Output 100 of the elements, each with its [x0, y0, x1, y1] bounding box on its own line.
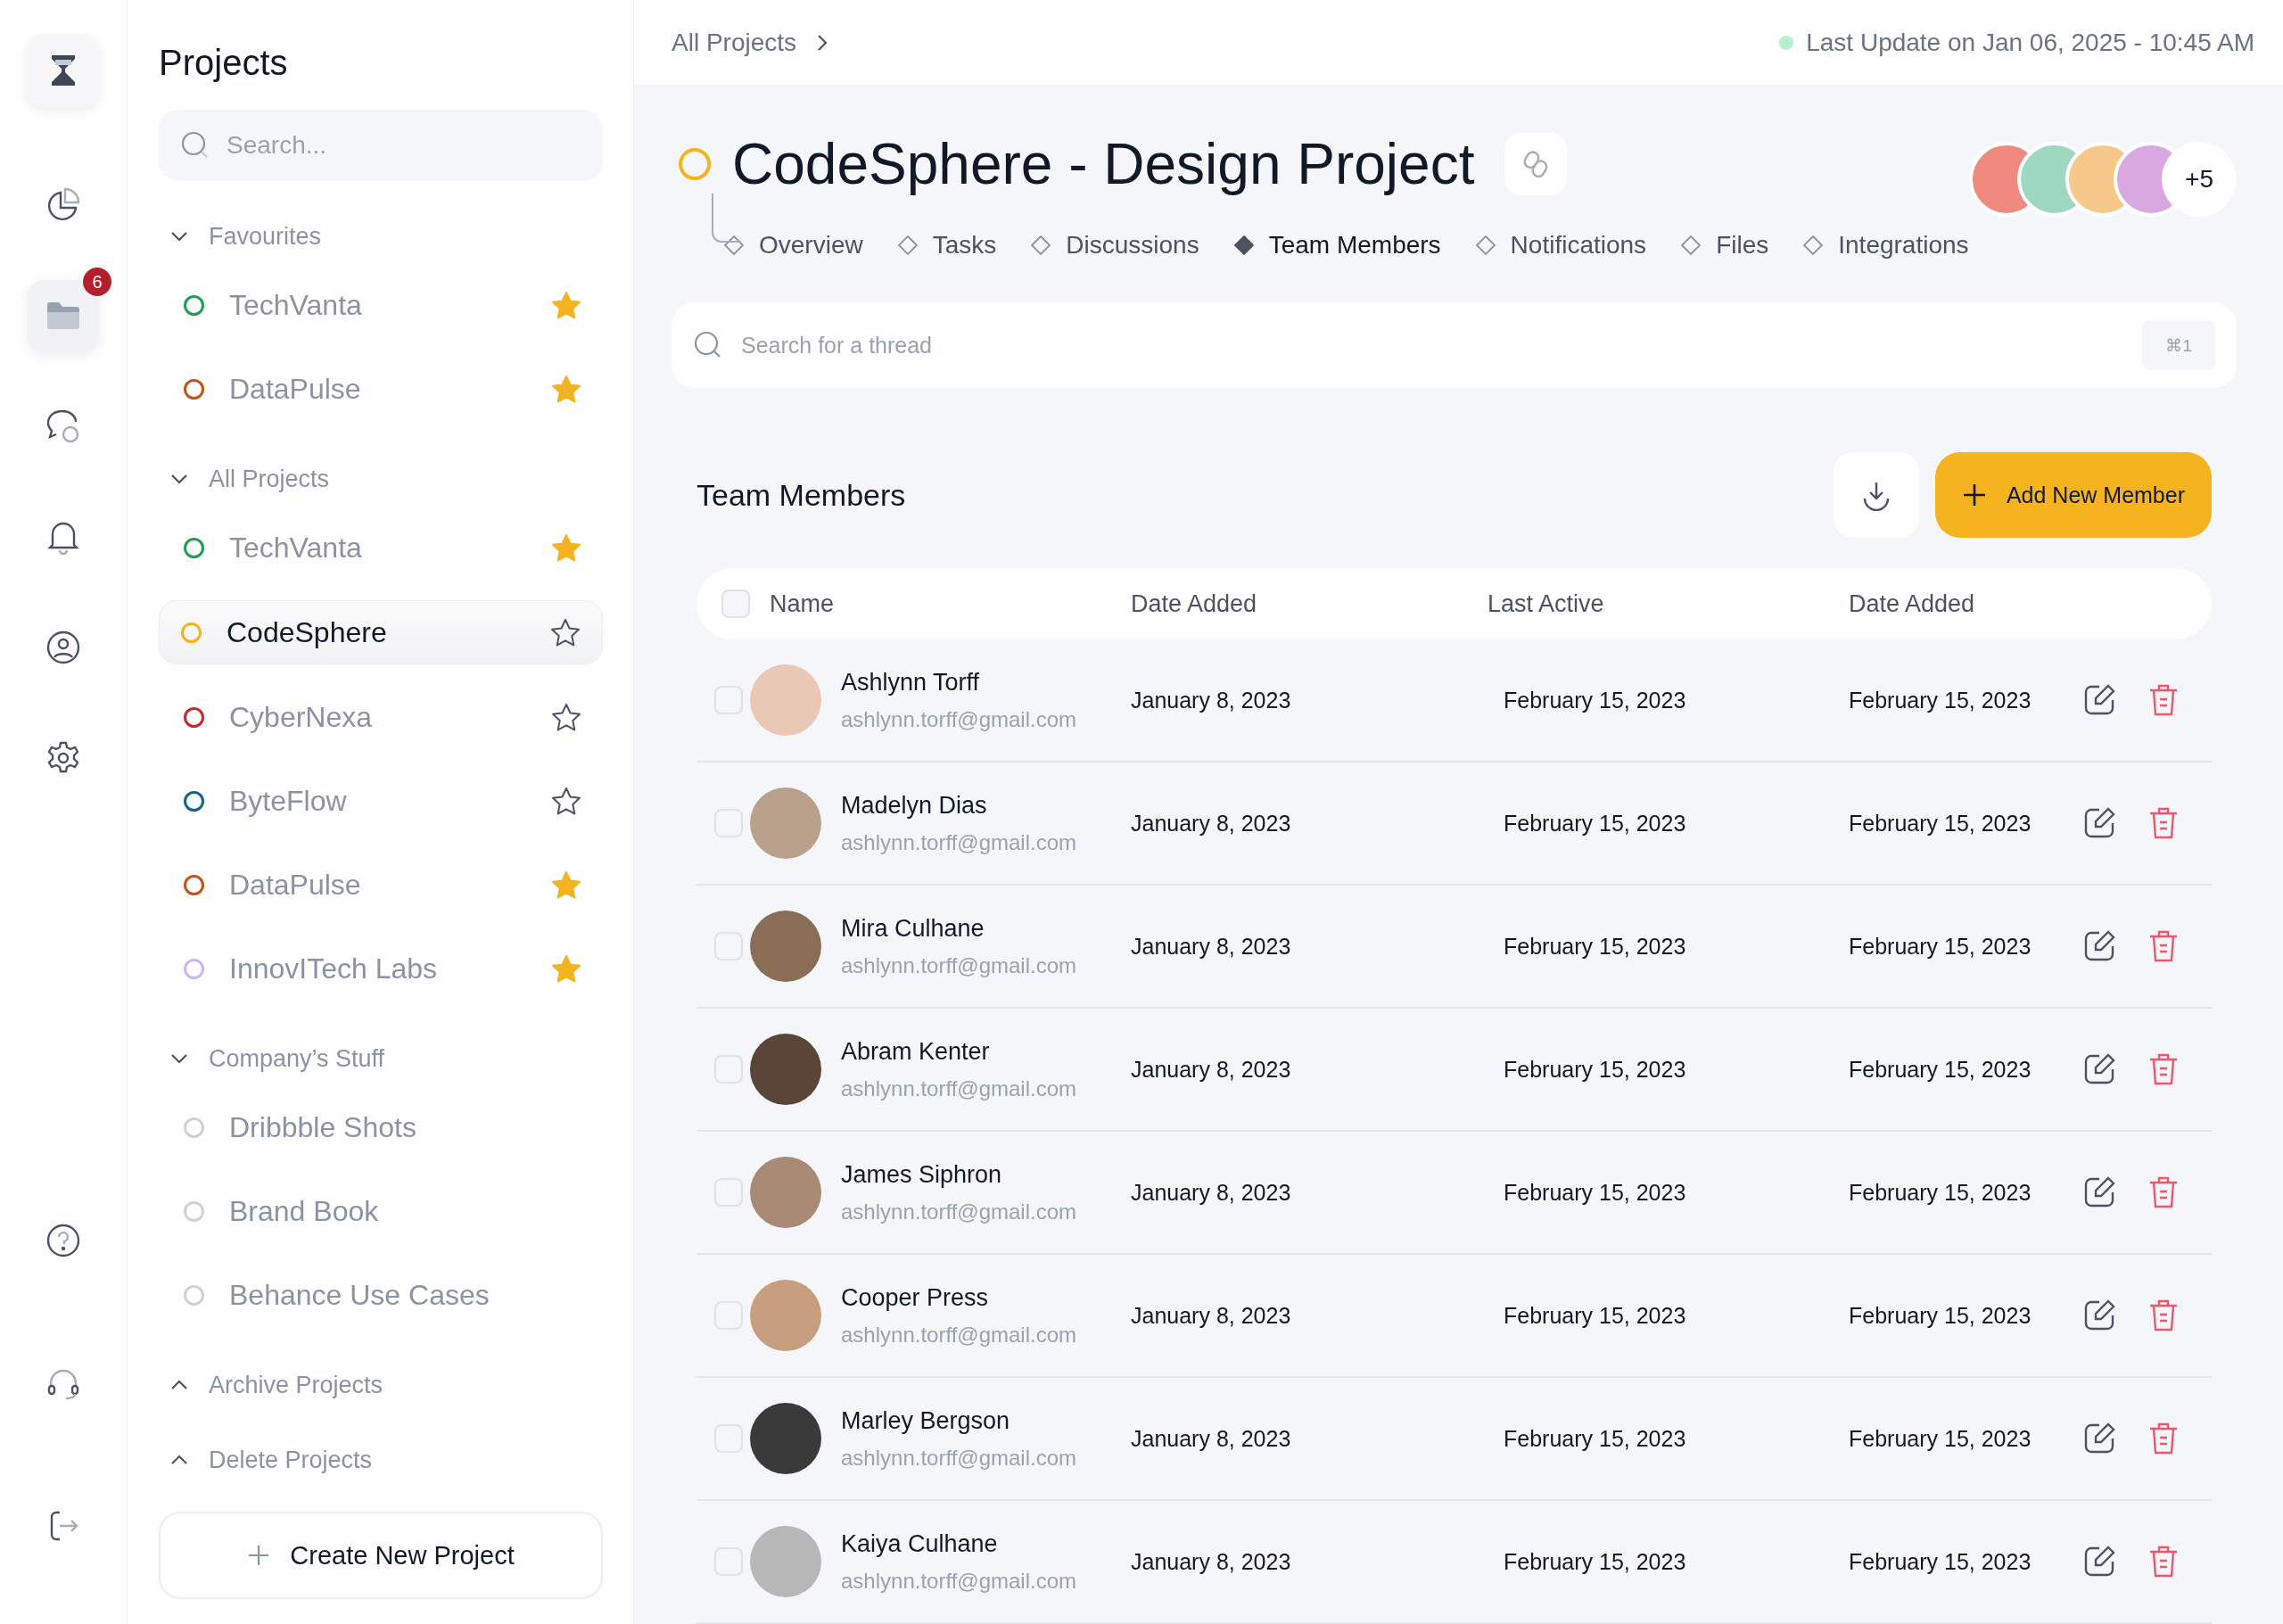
- member-name: Abram Kenter: [841, 1037, 991, 1066]
- table-cell-text: February 15, 2023: [1848, 1548, 2032, 1575]
- table-cell-text: February 15, 2023: [1503, 1179, 1687, 1206]
- project-item[interactable]: DataPulse: [159, 358, 603, 420]
- table-cell-text: February 15, 2023: [1848, 1302, 2032, 1329]
- select-all-checkbox[interactable]: [721, 589, 750, 618]
- diamond-icon: [1474, 235, 1496, 256]
- link-button[interactable]: [1504, 133, 1568, 195]
- table-cell-text: January 8, 2023: [1130, 1425, 1292, 1452]
- create-project-button[interactable]: Create New Project: [159, 1512, 603, 1599]
- star-icon[interactable]: [551, 870, 581, 899]
- pie-chart-icon: [45, 187, 81, 223]
- trash-icon[interactable]: [2147, 682, 2180, 718]
- member-name: Marley Bergson: [841, 1406, 1011, 1435]
- project-item[interactable]: ByteFlow: [159, 770, 603, 832]
- trash-icon[interactable]: [2147, 1051, 2180, 1087]
- table-cell-text: February 15, 2023: [1848, 810, 2032, 837]
- trash-icon[interactable]: [2147, 928, 2180, 964]
- more-members-count[interactable]: +5: [2162, 142, 2237, 217]
- star-icon[interactable]: [551, 533, 581, 562]
- diamond-icon: [723, 235, 745, 256]
- table-cell-text: February 15, 2023: [1503, 687, 1687, 713]
- star-icon[interactable]: [550, 618, 581, 647]
- trash-icon[interactable]: [2147, 1544, 2180, 1579]
- table-cell-text: January 8, 2023: [1130, 810, 1292, 837]
- tab[interactable]: Files: [1680, 231, 1769, 260]
- chevron-right-icon: [816, 32, 829, 53]
- chevron-down-icon: [169, 230, 189, 243]
- tab[interactable]: Discussions: [1030, 231, 1199, 260]
- tab[interactable]: Notifications: [1474, 231, 1647, 260]
- table-cell-text: February 15, 2023: [1503, 1548, 1687, 1575]
- breadcrumb-link[interactable]: All Projects: [672, 28, 829, 57]
- tab[interactable]: Team Members: [1232, 231, 1441, 260]
- project-item[interactable]: TechVanta: [159, 274, 603, 336]
- diamond-icon: [1030, 235, 1052, 256]
- section-toggle[interactable]: Delete Projects: [159, 1433, 603, 1487]
- member-email: ashlynn.torff@gmail.com: [841, 952, 1077, 978]
- member-email: ashlynn.torff@gmail.com: [841, 1568, 1077, 1594]
- trash-icon[interactable]: [2147, 1175, 2180, 1210]
- sidebar-title: Projects: [159, 43, 289, 83]
- project-item[interactable]: CodeSphere: [159, 600, 603, 664]
- star-icon[interactable]: [551, 787, 581, 815]
- tab[interactable]: Integrations: [1802, 231, 1969, 260]
- status-ring-icon: [679, 148, 711, 180]
- diamond-icon: [1802, 235, 1825, 256]
- star-icon[interactable]: [551, 954, 581, 983]
- member-name: Cooper Press: [841, 1283, 990, 1312]
- project-item[interactable]: DataPulse: [159, 853, 603, 916]
- chevron-down-icon: [169, 1052, 189, 1065]
- download-button[interactable]: [1833, 452, 1919, 538]
- project-item[interactable]: Brand Book: [159, 1180, 603, 1242]
- section-toggle[interactable]: Favourites: [159, 210, 603, 263]
- table-cell-text: January 8, 2023: [1130, 933, 1292, 960]
- star-icon[interactable]: [551, 375, 581, 403]
- project-item[interactable]: CyberNexa: [159, 686, 603, 748]
- table-cell-text: January 8, 2023: [1130, 687, 1292, 713]
- trash-icon[interactable]: [2147, 1421, 2180, 1456]
- table-cell-text: February 15, 2023: [1503, 933, 1687, 960]
- table-cell-text: January 8, 2023: [1130, 1056, 1292, 1083]
- table-cell-text: January 8, 2023: [1130, 1179, 1292, 1206]
- tab[interactable]: Overview: [723, 231, 863, 260]
- diamond-icon: [896, 235, 919, 256]
- hourglass-icon: [50, 54, 77, 87]
- help-icon: [45, 1223, 81, 1258]
- project-title: CodeSphere - Design Project: [732, 131, 1475, 197]
- star-icon[interactable]: [551, 291, 581, 319]
- chevron-down-icon: [169, 473, 189, 485]
- column-header: Name: [770, 589, 836, 618]
- diamond-icon: [1680, 235, 1702, 256]
- table-cell-text: January 8, 2023: [1130, 1302, 1292, 1329]
- tab[interactable]: Tasks: [896, 231, 997, 260]
- column-header: Date Added: [1849, 589, 1976, 618]
- shortcut-hint: ⌘1: [2142, 320, 2215, 370]
- add-member-button[interactable]: Add New Member: [1934, 452, 2212, 538]
- chevron-up-icon: [169, 1379, 189, 1391]
- plus-icon: [247, 1544, 271, 1567]
- trash-icon[interactable]: [2147, 805, 2180, 841]
- table-cell-text: February 15, 2023: [1848, 1056, 2032, 1083]
- project-item[interactable]: TechVanta: [159, 516, 603, 579]
- table-cell-text: February 15, 2023: [1503, 1425, 1687, 1452]
- project-item[interactable]: Behance Use Cases: [159, 1264, 603, 1326]
- section-toggle[interactable]: Archive Projects: [159, 1358, 603, 1412]
- member-email: ashlynn.torff@gmail.com: [841, 1076, 1077, 1101]
- table-cell-text: February 15, 2023: [1503, 1302, 1687, 1329]
- table-cell-text: February 15, 2023: [1503, 810, 1687, 837]
- project-item[interactable]: InnovITech Labs: [159, 937, 603, 1000]
- member-email: ashlynn.torff@gmail.com: [841, 1322, 1077, 1348]
- trash-icon[interactable]: [2147, 1298, 2180, 1333]
- table-cell-text: February 15, 2023: [1848, 687, 2032, 713]
- project-item[interactable]: Dribbble Shots: [159, 1096, 603, 1158]
- column-header: Date Added: [1131, 589, 1258, 618]
- member-email: ashlynn.torff@gmail.com: [841, 1445, 1077, 1471]
- star-icon[interactable]: [551, 703, 581, 731]
- section-toggle[interactable]: Company’s Stuff: [159, 1032, 603, 1085]
- member-name: James Siphron: [841, 1160, 1003, 1189]
- diamond-icon: [1232, 235, 1255, 256]
- table-cell-text: January 8, 2023: [1130, 1548, 1292, 1575]
- search-field[interactable]: Search...: [159, 110, 603, 181]
- user-circle-icon: [45, 630, 81, 665]
- section-toggle[interactable]: All Projects: [159, 452, 603, 506]
